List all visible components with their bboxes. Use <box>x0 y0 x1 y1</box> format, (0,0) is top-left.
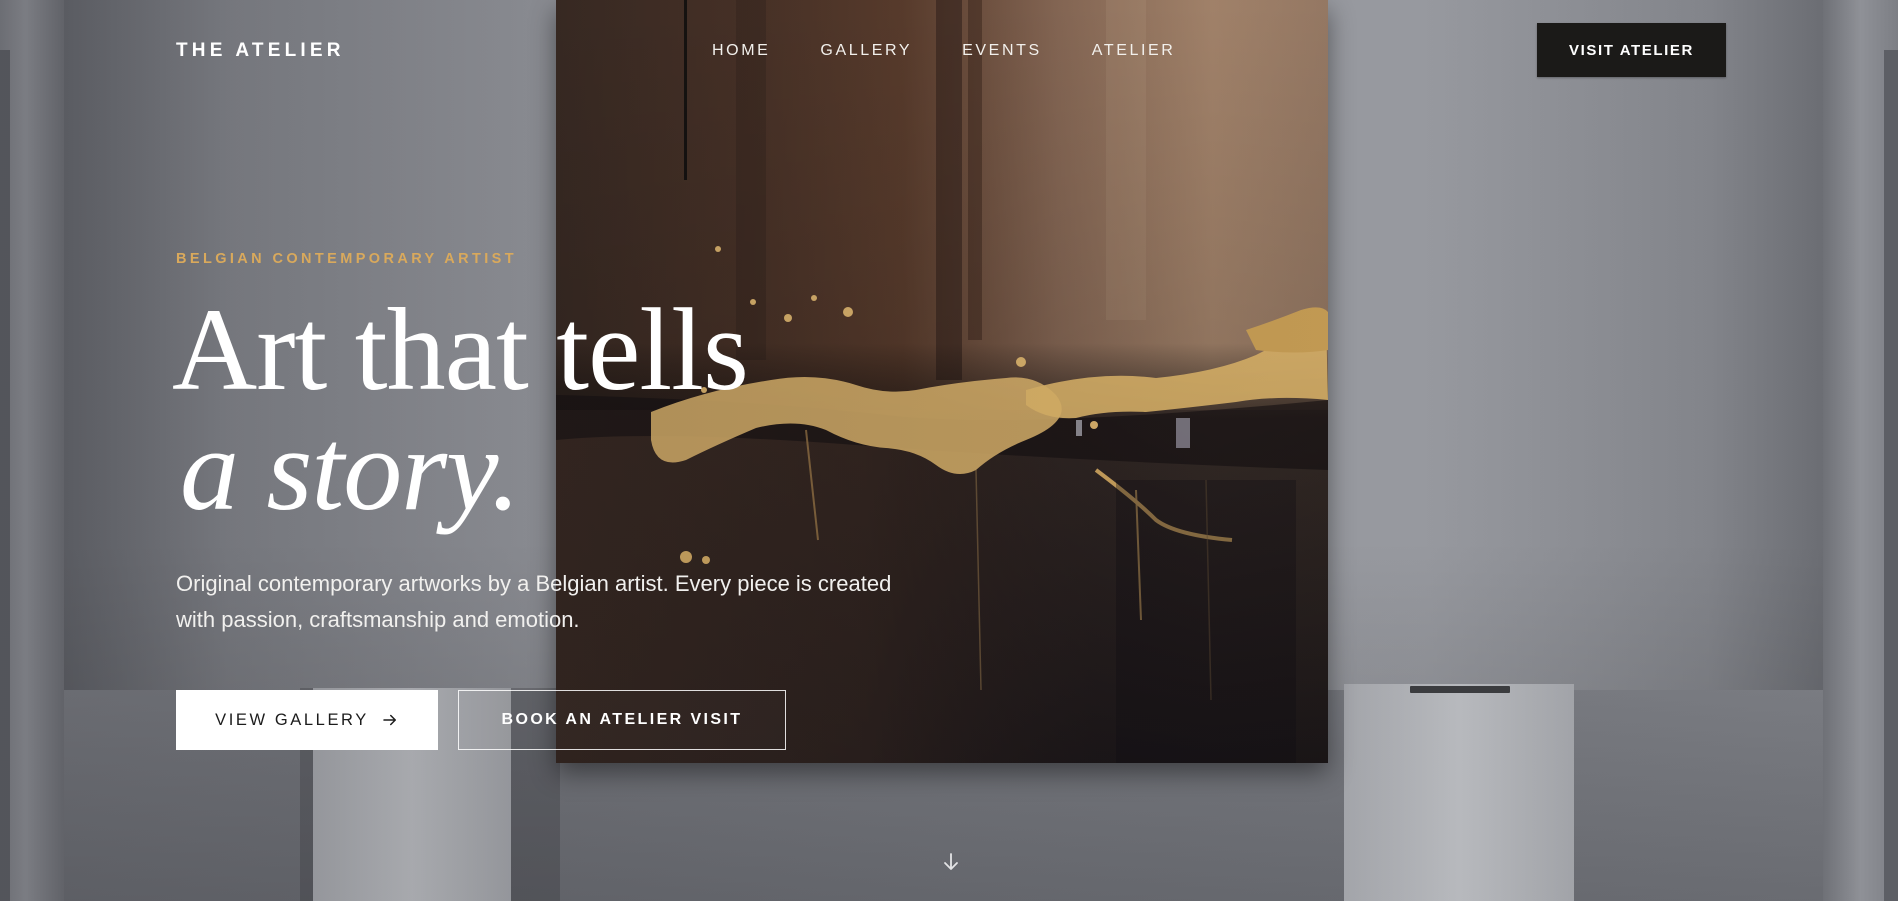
nav-item-home[interactable]: HOME <box>712 42 770 60</box>
arrow-down-icon[interactable] <box>939 850 963 874</box>
hero-description: Original contemporary artworks by a Belg… <box>176 571 892 632</box>
view-gallery-button[interactable]: VIEW GALLERY <box>176 690 438 750</box>
arrow-right-icon <box>383 714 396 726</box>
hero-headline: Art that tells a story. <box>172 290 749 535</box>
brand-logo[interactable]: THE ATELIER <box>176 40 345 62</box>
nav-item-events[interactable]: EVENTS <box>962 42 1042 60</box>
headline-line-2: a story. <box>180 404 520 535</box>
nav-item-gallery[interactable]: GALLERY <box>820 42 912 60</box>
hero-section: THE ATELIER HOME GALLERY EVENTS ATELIER … <box>0 0 1898 901</box>
nav-item-atelier[interactable]: ATELIER <box>1092 42 1176 60</box>
headline-line-1: Art that tells <box>172 284 749 415</box>
visit-atelier-button[interactable]: VISIT ATELIER <box>1537 23 1726 77</box>
view-gallery-label: VIEW GALLERY <box>215 710 369 729</box>
hero-eyebrow: BELGIAN CONTEMPORARY ARTIST <box>176 251 517 267</box>
book-atelier-visit-button[interactable]: BOOK AN ATELIER VISIT <box>458 690 786 750</box>
main-nav: HOME GALLERY EVENTS ATELIER <box>712 42 1225 60</box>
